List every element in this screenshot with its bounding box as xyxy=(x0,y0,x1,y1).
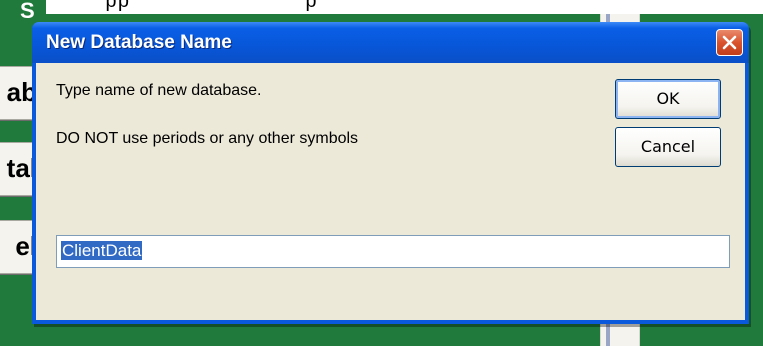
close-button[interactable] xyxy=(716,29,743,56)
dialog-message-line1: Type name of new database. xyxy=(56,82,262,99)
background-top-strip: pp p xyxy=(0,0,763,14)
database-name-input[interactable]: ClientData xyxy=(56,235,730,268)
dialog-body: Type name of new database. DO NOT use pe… xyxy=(36,63,745,320)
ok-button[interactable]: OK xyxy=(615,79,721,119)
dialog-titlebar[interactable]: New Database Name xyxy=(32,22,749,63)
database-name-value: ClientData xyxy=(61,241,143,260)
dialog-title: New Database Name xyxy=(46,32,232,53)
close-icon xyxy=(722,35,737,50)
background-top-text: pp p xyxy=(105,0,318,14)
dialog-message-line2: DO NOT use periods or any other symbols xyxy=(56,130,359,147)
cancel-button[interactable]: Cancel xyxy=(615,127,721,167)
background-logo-fragment: S xyxy=(0,0,46,22)
new-database-dialog: New Database Name Type name of new datab… xyxy=(32,22,749,324)
